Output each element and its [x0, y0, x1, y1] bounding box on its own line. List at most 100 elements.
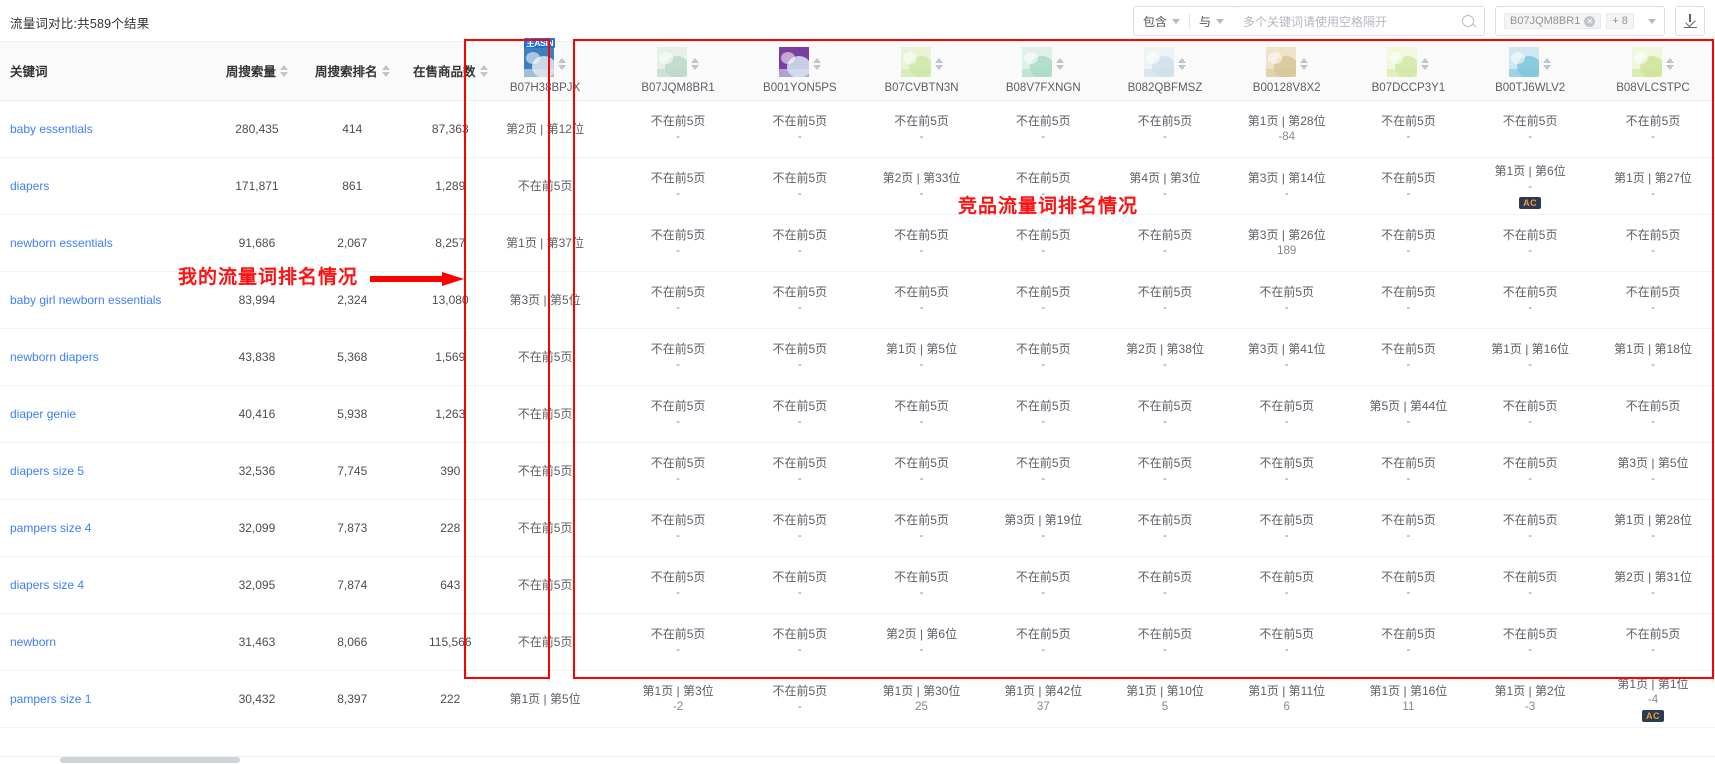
- cell-weekly-search-rank: 7,874: [302, 556, 402, 614]
- sort-toggle[interactable]: [1665, 57, 1674, 70]
- competitor-thumbnail[interactable]: [1143, 47, 1176, 80]
- sort-toggle[interactable]: [1177, 57, 1186, 70]
- asin-more-count[interactable]: + 8: [1606, 13, 1634, 29]
- cell-keyword[interactable]: diaper genie: [0, 385, 212, 443]
- rank-value: 不在前5页: [1259, 398, 1315, 413]
- keyword-link[interactable]: newborn essentials: [10, 236, 113, 250]
- rank-value: 不在前5页: [1625, 227, 1681, 242]
- cell-keyword[interactable]: diapers size 5: [0, 442, 212, 500]
- product-thumbnail-image: [778, 47, 811, 79]
- sort-toggle[interactable]: [1299, 57, 1308, 70]
- sort-toggle[interactable]: [479, 64, 488, 77]
- rank-value: 不在前5页: [1502, 227, 1558, 242]
- sort-toggle[interactable]: [381, 64, 390, 77]
- cell-competitor-rank: 不在前5页 -: [1347, 613, 1470, 671]
- chevron-down-icon[interactable]: [1648, 18, 1656, 24]
- filter-mode-group[interactable]: 包含 与: [1132, 6, 1234, 36]
- cell-keyword[interactable]: pampers size 4: [0, 499, 212, 557]
- column-header-products_on_sale[interactable]: 在售商品数: [401, 42, 499, 101]
- table-row[interactable]: diaper genie 40,416 5,938 1,263 不在前5页 不在前5页 - 不…: [0, 385, 1715, 443]
- column-header-competitor-B07JQM8BR1[interactable]: B07JQM8BR1: [617, 42, 739, 101]
- table-row[interactable]: newborn diapers 43,838 5,368 1,569 不在前5页 不在前5…: [0, 328, 1715, 386]
- competitor-thumbnail[interactable]: [1387, 47, 1420, 80]
- table-row[interactable]: baby essentials 280,435 414 87,363 第2页 | 第12…: [0, 100, 1715, 158]
- sort-toggle[interactable]: [558, 57, 567, 70]
- main-asin-thumbnail[interactable]: 主ASIN: [524, 38, 557, 80]
- logic-mode-select[interactable]: 与: [1190, 7, 1233, 35]
- column-header-competitor-B08V7FXNGN[interactable]: B08V7FXNGN: [982, 42, 1105, 101]
- table-row[interactable]: pampers size 4 32,099 7,873 228 不在前5页 不在前5页 - 不…: [0, 499, 1715, 557]
- cell-keyword[interactable]: newborn essentials: [0, 214, 212, 272]
- rank-delta: -: [1284, 643, 1289, 656]
- keyword-link[interactable]: baby essentials: [10, 122, 93, 136]
- column-header-competitor-B08VLCSTPC[interactable]: B08VLCSTPC: [1590, 42, 1715, 101]
- keyword-link[interactable]: newborn: [10, 635, 56, 649]
- search-icon[interactable]: [1462, 15, 1474, 27]
- column-header-main-asin[interactable]: 主ASIN B07H38BPJX: [498, 38, 592, 101]
- keyword-link[interactable]: pampers size 4: [10, 521, 91, 535]
- competitor-thumbnail[interactable]: [1022, 47, 1055, 80]
- competitor-thumbnail[interactable]: [900, 47, 933, 80]
- sort-toggle[interactable]: [691, 57, 700, 70]
- sort-toggle[interactable]: [812, 57, 821, 70]
- competitor-thumbnail[interactable]: [1509, 47, 1542, 80]
- column-header-competitor-B07CVBTN3N[interactable]: B07CVBTN3N: [860, 42, 983, 101]
- keyword-link[interactable]: baby girl newborn essentials: [10, 293, 161, 307]
- cell-competitor-rank: 不在前5页 -: [982, 442, 1105, 500]
- table-row[interactable]: diapers 171,871 861 1,289 不在前5页 不在前5页 - 不在前5页 - 第…: [0, 157, 1715, 215]
- rank-value: 不在前5页: [772, 455, 828, 470]
- keyword-link[interactable]: diapers size 4: [10, 578, 84, 592]
- close-icon[interactable]: ✕: [1584, 15, 1596, 27]
- table-row[interactable]: diapers size 4 32,095 7,874 643 不在前5页 不在前5页 - 不…: [0, 556, 1715, 614]
- main-asin-label: B07H38BPJX: [509, 82, 581, 95]
- column-header-competitor-B00128V8X2[interactable]: B00128V8X2: [1225, 42, 1348, 101]
- search-input-placeholder[interactable]: 多个关键词请使用空格隔开: [1243, 13, 1387, 30]
- cell-keyword[interactable]: pampers size 1: [0, 670, 212, 728]
- cell-keyword[interactable]: baby essentials: [0, 100, 212, 158]
- table-row[interactable]: diapers size 5 32,536 7,745 390 不在前5页 不在前5页 - 不…: [0, 442, 1715, 500]
- table-row[interactable]: baby girl newborn essentials 83,994 2,324 1…: [0, 271, 1715, 329]
- asin-tag[interactable]: B07JQM8BR1 ✕: [1504, 13, 1602, 29]
- rank-value: 第1页 | 第16位: [1369, 683, 1448, 698]
- horizontal-scrollbar[interactable]: [0, 756, 1715, 764]
- keyword-link[interactable]: diapers: [10, 179, 49, 193]
- cell-competitor-rank: 不在前5页 -: [1469, 499, 1591, 557]
- cell-keyword[interactable]: newborn diapers: [0, 328, 212, 386]
- asin-filter-select[interactable]: B07JQM8BR1 ✕ + 8: [1495, 6, 1665, 36]
- rank-delta: -: [919, 244, 924, 257]
- keyword-link[interactable]: newborn diapers: [10, 350, 99, 364]
- scrollbar-thumb[interactable]: [60, 757, 240, 763]
- match-mode-select[interactable]: 包含: [1134, 7, 1189, 35]
- table-row[interactable]: pampers size 1 30,432 8,397 222 第1页 | 第5位 第1页…: [0, 670, 1715, 728]
- cell-keyword[interactable]: diapers: [0, 157, 212, 215]
- table-row[interactable]: newborn 31,463 8,066 115,566 不在前5页 不在前5页 - 不在前5…: [0, 613, 1715, 671]
- cell-keyword[interactable]: baby girl newborn essentials: [0, 271, 212, 329]
- comparison-table-container[interactable]: 关键词 周搜索量 周搜索排名 在售商品数 主ASIN B07H38BPJX B07JQM8B…: [0, 38, 1715, 764]
- column-header-weekly_search_rank[interactable]: 周搜索排名: [302, 42, 402, 101]
- keyword-link[interactable]: diapers size 5: [10, 464, 84, 478]
- rank-delta: -: [797, 586, 802, 599]
- competitor-thumbnail[interactable]: [657, 47, 690, 80]
- competitor-thumbnail[interactable]: [1631, 47, 1664, 80]
- download-button[interactable]: [1675, 6, 1705, 36]
- sort-toggle[interactable]: [1421, 57, 1430, 70]
- sort-toggle[interactable]: [279, 64, 288, 77]
- column-header-weekly_search_volume[interactable]: 周搜索量: [211, 42, 303, 101]
- sort-toggle[interactable]: [934, 57, 943, 70]
- keyword-search-box[interactable]: 多个关键词请使用空格隔开: [1233, 6, 1485, 36]
- column-header-competitor-B07DCCP3Y1[interactable]: B07DCCP3Y1: [1347, 42, 1470, 101]
- keyword-link[interactable]: diaper genie: [10, 407, 76, 421]
- traffic-word-comparison-table: 关键词 周搜索量 周搜索排名 在售商品数 主ASIN B07H38BPJX B07JQM8B…: [0, 38, 1715, 728]
- table-row[interactable]: newborn essentials 91,686 2,067 8,257 第1页 | …: [0, 214, 1715, 272]
- competitor-thumbnail[interactable]: [778, 47, 811, 80]
- sort-toggle[interactable]: [1543, 57, 1552, 70]
- keyword-link[interactable]: pampers size 1: [10, 692, 91, 706]
- column-header-competitor-B00TJ6WLV2[interactable]: B00TJ6WLV2: [1469, 42, 1591, 101]
- cell-competitor-rank: 不在前5页 -: [617, 100, 739, 158]
- sort-toggle[interactable]: [1056, 57, 1065, 70]
- cell-keyword[interactable]: diapers size 4: [0, 556, 212, 614]
- cell-keyword[interactable]: newborn: [0, 613, 212, 671]
- competitor-thumbnail[interactable]: [1265, 47, 1298, 80]
- column-header-competitor-B082QBFMSZ[interactable]: B082QBFMSZ: [1104, 42, 1226, 101]
- column-header-competitor-B001YON5PS[interactable]: B001YON5PS: [738, 42, 861, 101]
